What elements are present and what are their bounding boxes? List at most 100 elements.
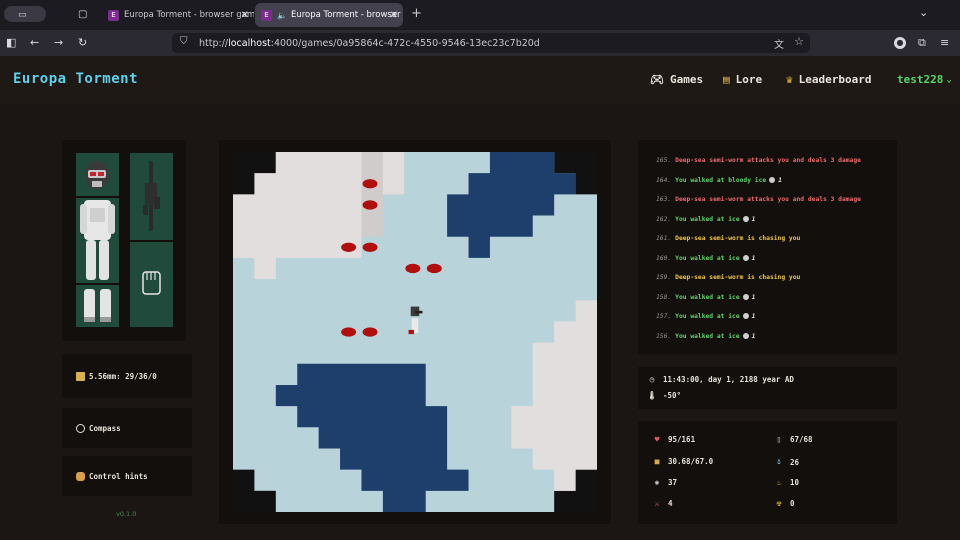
weapon-slot[interactable] bbox=[130, 153, 173, 240]
clock-text: 11:43:00, day 1, 2188 year AD bbox=[663, 375, 794, 384]
game-map[interactable] bbox=[233, 152, 597, 512]
weight-value: 30.68/67.0 bbox=[668, 457, 714, 466]
nav-label: Lore bbox=[735, 73, 763, 86]
sword-icon: ⚔ bbox=[654, 499, 660, 508]
tab-overview-icon[interactable]: ▢ bbox=[78, 8, 87, 22]
log-entry: 163. Deep-sea semi-worm attacks you and d… bbox=[656, 196, 861, 203]
compass-label: Compass bbox=[89, 423, 121, 433]
tab-active[interactable]: E 🔈 Europa Torment - browser g ✕ bbox=[255, 3, 403, 27]
time-cost-icon bbox=[742, 313, 749, 319]
ammo-row[interactable]: 5.56mm: 29/36/0 bbox=[62, 354, 192, 398]
time-cost-icon bbox=[742, 215, 749, 222]
water-stat: 💧︎ 26 bbox=[774, 457, 799, 467]
log-entry-cost: 1 bbox=[778, 176, 782, 184]
log-entry-cost: 1 bbox=[751, 293, 756, 301]
url-bar[interactable]: ⛉ http://localhost:4000/games/0a95864c-4… bbox=[172, 33, 810, 53]
back-icon[interactable]: ← bbox=[30, 36, 39, 50]
user-menu[interactable]: test228 ⌄ bbox=[897, 73, 952, 86]
nav-games[interactable]: 🎮︎ Games bbox=[650, 73, 703, 86]
log-entry-number: 158. bbox=[656, 293, 672, 301]
account-icon[interactable]: ● bbox=[894, 37, 906, 49]
water-drop-icon: 💧︎ bbox=[777, 457, 781, 466]
translate-icon[interactable]: 文 bbox=[774, 36, 784, 51]
health-stat: ♥ 95/161 bbox=[652, 435, 696, 444]
chevron-down-icon[interactable]: ⌄ bbox=[919, 6, 928, 20]
hands-slot[interactable] bbox=[130, 242, 173, 327]
log-entry: 161. Deep-sea semi-worm is chasing you bbox=[656, 235, 800, 242]
menu-icon[interactable]: ≡ bbox=[940, 36, 949, 50]
log-entry: 158. You walked at ice 1 bbox=[656, 293, 756, 301]
control-hints-button[interactable]: Control hints bbox=[62, 456, 192, 496]
time-cost-icon bbox=[742, 332, 749, 339]
log-entry-text: You walked at ice bbox=[675, 313, 740, 320]
reload-icon[interactable]: ↻ bbox=[78, 36, 87, 50]
nav-leaderboard[interactable]: ♛ Leaderboard bbox=[786, 73, 871, 86]
oxygen-tank-icon: ▯ bbox=[776, 435, 782, 444]
log-entry-cost: 1 bbox=[751, 332, 756, 340]
tab-inactive[interactable]: E Europa Torment - browser game ✕ bbox=[102, 3, 254, 27]
thermometer-icon: 🌡︎ bbox=[647, 391, 658, 400]
new-tab-button[interactable]: + bbox=[411, 7, 422, 21]
log-entry-text: You walked at ice bbox=[675, 293, 740, 301]
extensions-icon[interactable]: ⧉ bbox=[918, 36, 926, 50]
close-icon[interactable]: ✕ bbox=[241, 10, 249, 21]
body-armor-slot[interactable] bbox=[76, 198, 119, 283]
log-entry: 165. Deep-sea semi-worm attacks you and d… bbox=[656, 157, 861, 164]
favicon-icon: E bbox=[261, 9, 272, 21]
log-entry-number: 162. bbox=[656, 215, 672, 223]
log-entry-cost: 1 bbox=[751, 313, 756, 320]
book-icon: ▤ bbox=[723, 73, 730, 86]
sidebar-icon[interactable]: ◧ bbox=[6, 36, 16, 50]
attack-stat: ⚔ 4 bbox=[652, 499, 673, 508]
time-panel: ◷ 11:43:00, day 1, 2188 year AD 🌡︎ -50° bbox=[638, 367, 897, 409]
water-value: 26 bbox=[790, 457, 800, 467]
heart-icon: ♥ bbox=[654, 435, 660, 444]
event-log-panel[interactable]: 165. Deep-sea semi-worm attacks you and d… bbox=[638, 140, 897, 354]
boots-slot[interactable] bbox=[76, 285, 119, 327]
log-entry: 157. You walked at ice 1 bbox=[656, 313, 755, 320]
log-entry: 160. You walked at ice 1 bbox=[656, 254, 756, 262]
hunger-stat: ♨ 10 bbox=[774, 478, 799, 487]
log-entry-number: 156. bbox=[656, 332, 672, 340]
sidebar-icon: ▭ bbox=[18, 10, 27, 20]
log-entry-text: You walked at bloody ice bbox=[675, 176, 767, 184]
ammo-text: 5.56mm: 29/36/0 bbox=[89, 371, 157, 381]
brain-icon: ✺ bbox=[654, 478, 660, 487]
compass-icon bbox=[76, 423, 85, 433]
log-entry-text: Deep-sea semi-worm is chasing you bbox=[675, 274, 801, 281]
close-icon[interactable]: ✕ bbox=[390, 10, 398, 21]
trophy-icon: ♛ bbox=[786, 73, 793, 86]
log-entry-text: Deep-sea semi-worm attacks you and deals… bbox=[675, 196, 861, 203]
nav-lore[interactable]: ▤ Lore bbox=[723, 73, 762, 86]
compass-button[interactable]: Compass bbox=[62, 408, 192, 448]
forward-icon[interactable]: → bbox=[54, 36, 63, 50]
star-icon[interactable]: ☆ bbox=[794, 35, 804, 48]
log-entry-cost: 1 bbox=[751, 215, 756, 223]
gamepad-icon: 🎮︎ bbox=[650, 73, 664, 86]
log-entry: 156. You walked at ice 1 bbox=[656, 332, 756, 340]
url-prefix: http:// bbox=[199, 37, 229, 49]
radiation-stat: ☢ 0 bbox=[774, 499, 795, 508]
radiation-icon: ☢ bbox=[776, 499, 782, 508]
site-logo[interactable]: Europa Torment bbox=[13, 71, 138, 87]
log-entry-number: 160. bbox=[656, 254, 672, 262]
log-entry-cost: 1 bbox=[751, 254, 756, 262]
stats-panel: ♥ 95/161 ▯ 67/68 ■ 30.68/67.0 💧︎ 26 ✺ 37… bbox=[638, 421, 897, 524]
temperature-row: 🌡︎ -50° bbox=[647, 391, 681, 400]
chevron-down-icon: ⌄ bbox=[946, 74, 952, 85]
temperature-text: -50° bbox=[663, 391, 682, 400]
rifle-icon bbox=[143, 161, 160, 231]
browser-tab-bar: ▭ ▢ E Europa Torment - browser game ✕ E … bbox=[0, 0, 960, 30]
backpack-icon: ■ bbox=[654, 457, 660, 466]
tab-title: Europa Torment - browser game bbox=[124, 10, 254, 20]
log-entry-text: Deep-sea semi-worm attacks you and deals… bbox=[675, 157, 861, 164]
tab-title: Europa Torment - browser g bbox=[290, 10, 403, 20]
url-host: localhost bbox=[228, 37, 271, 49]
log-entry-text: You walked at ice bbox=[675, 332, 740, 340]
time-cost-icon bbox=[769, 176, 776, 183]
speaker-icon[interactable]: 🔈 bbox=[277, 11, 287, 20]
boots-icon bbox=[84, 289, 111, 322]
username: test228 bbox=[897, 73, 944, 86]
log-entry-number: 163. bbox=[656, 196, 672, 203]
helmet-slot[interactable] bbox=[76, 153, 119, 196]
